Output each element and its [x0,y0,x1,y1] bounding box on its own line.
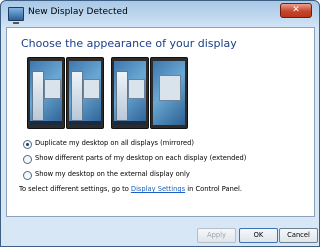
info-prefix: To select different settings, go to [19,185,131,193]
cancel-button[interactable]: Cancel [279,228,318,243]
option-label: Show different parts of my desktop on ea… [35,154,247,162]
mirrored-preview [27,57,104,129]
title-bar[interactable]: New Display Detected ✕ [1,1,319,27]
window-title: New Display Detected [28,7,128,17]
radio-button[interactable] [23,171,32,180]
monitor-icon [111,57,149,129]
monitor-icon [150,57,188,129]
display-icon [8,7,24,24]
monitor-icon [27,57,65,129]
info-text: To select different settings, go to Disp… [19,185,242,193]
dialog-window: New Display Detected ✕ Choose the appear… [0,0,320,247]
option-label: Show my desktop on the external display … [35,170,190,178]
monitor-icon [66,57,104,129]
page-heading: Choose the appearance of your display [21,37,237,50]
display-settings-link[interactable]: Display Settings [131,185,185,193]
option-label: Duplicate my desktop on all displays (mi… [35,139,195,147]
info-suffix: in Control Panel. [185,185,242,193]
radio-button[interactable] [23,140,32,149]
close-button[interactable]: ✕ [280,3,312,18]
extended-preview [111,57,188,129]
ok-button[interactable]: OK [239,228,278,243]
radio-button[interactable] [23,155,32,164]
apply-button[interactable]: Apply [197,228,236,243]
